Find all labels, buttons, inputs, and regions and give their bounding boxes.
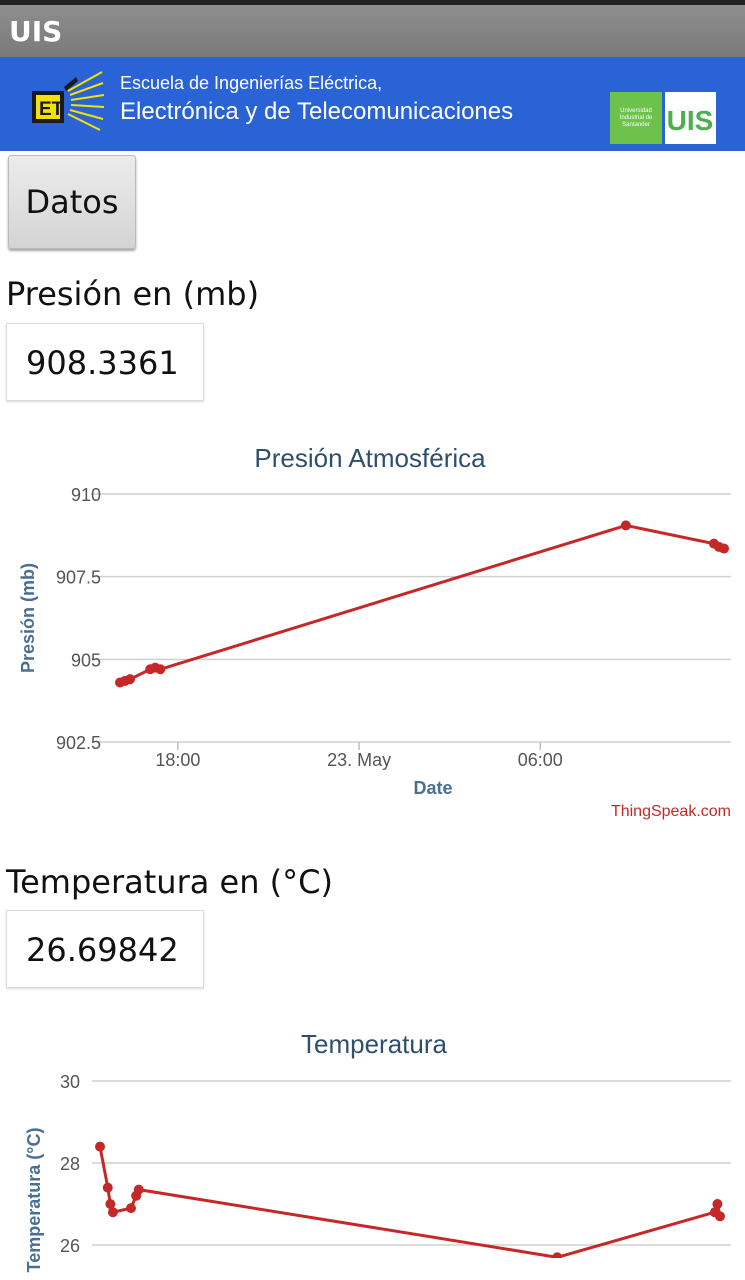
svg-text:Universidad: Universidad [620, 108, 652, 114]
pressure-value-field[interactable]: 908.3361 [6, 323, 204, 401]
app-title: UIS [9, 15, 63, 48]
y-tick-label: 30 [60, 1072, 80, 1092]
thingspeak-credit-link[interactable]: ThingSpeak.com [611, 803, 731, 820]
data-point [713, 541, 724, 552]
data-point [715, 1211, 725, 1222]
y-tick-label: 907.5 [56, 568, 101, 588]
pressure-label: Presión en (mb) [6, 275, 260, 313]
x-tick-label: 06:00 [518, 750, 563, 770]
data-point [105, 1199, 116, 1209]
temperature-y-axis-label: Temperatura (°C) [24, 1128, 44, 1273]
pressure-y-axis-label: Presión (mb) [18, 563, 38, 673]
y-tick-label: 910 [71, 485, 101, 505]
data-point [145, 664, 156, 675]
data-point [150, 662, 161, 673]
svg-text:Santander: Santander [622, 122, 650, 128]
pressure-chart-title: Presión Atmosférica [254, 443, 486, 473]
y-tick-label: 902.5 [56, 733, 101, 753]
data-point [155, 664, 166, 675]
data-point [131, 1190, 142, 1201]
temperature-value-field[interactable]: 26.69842 [6, 910, 204, 988]
y-tick-label: 26 [60, 1236, 80, 1256]
et-logo-icon: ET [32, 71, 105, 131]
data-point [126, 1203, 136, 1214]
data-point [125, 674, 136, 685]
data-point [120, 675, 131, 686]
svg-text:ET: ET [39, 99, 64, 120]
svg-text:UIS: UIS [667, 105, 714, 136]
data-point [133, 1184, 144, 1195]
data-point [102, 1182, 113, 1193]
data-point [712, 1199, 723, 1209]
data-point [719, 543, 729, 554]
x-tick-label: 23. May [327, 750, 391, 770]
datos-button[interactable]: Datos [8, 155, 136, 249]
data-point [115, 677, 125, 688]
temperature-series-line [98, 1146, 722, 1259]
y-tick-label: 905 [71, 650, 101, 670]
temperature-label: Temperatura en (°C) [6, 863, 333, 901]
school-name-line2: Electrónica y de Telecomunicaciones [120, 98, 514, 125]
data-point [620, 520, 631, 531]
data-point [709, 1207, 720, 1218]
temperature-chart-title: Temperatura [301, 1029, 447, 1059]
header-banner: ET Escuela de Ingenierías Eléctrica, Ele… [0, 57, 745, 151]
data-point [708, 538, 719, 549]
y-tick-label: 28 [60, 1154, 80, 1174]
data-point [107, 1207, 118, 1218]
x-tick-label: 18:00 [155, 750, 200, 770]
pressure-x-axis-label: Date [413, 778, 452, 798]
pressure-series-line [119, 523, 725, 684]
data-point [552, 1252, 563, 1263]
app-title-bar: UIS [0, 0, 745, 57]
data-point [95, 1141, 105, 1152]
school-name-line1: Escuela de Ingenierías Eléctrica, [120, 73, 383, 93]
uis-logo-icon: Universidad Industrial de Santander UIS [610, 92, 716, 144]
svg-text:Industrial de: Industrial de [620, 115, 653, 121]
